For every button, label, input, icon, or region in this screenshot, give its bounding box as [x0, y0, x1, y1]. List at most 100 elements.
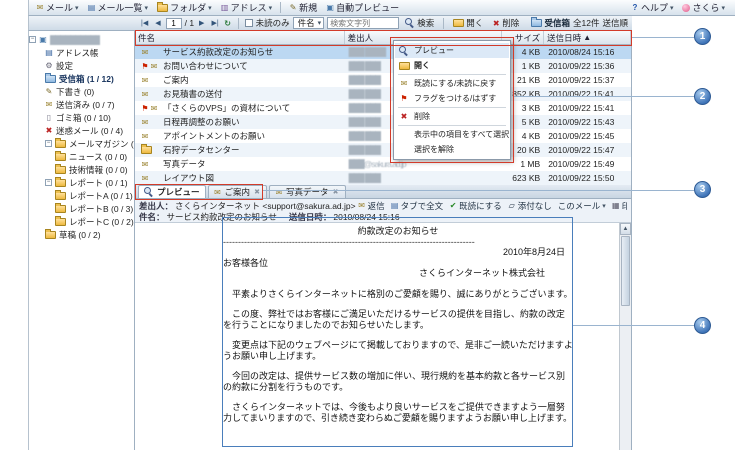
- sidebar-item-レポートB (0 / 3)[interactable]: レポートB (0 / 3): [29, 202, 134, 215]
- context-menu-item-既読にする/未読に戻す[interactable]: ✉ 既読にする/未読に戻す: [395, 76, 509, 91]
- folder-icon: [55, 153, 66, 161]
- mail-list-row[interactable]: ⚑✉「さくらのVPS」の資材について███ ███3 KB2010/09/22 …: [135, 101, 631, 115]
- message-from-line: 差出人： さくらインターネット <support@sakura.ad.jp> ✉…: [139, 200, 627, 211]
- context-menu-label: 削除: [414, 111, 430, 122]
- tab-ご案内[interactable]: ✉ご案内✖: [208, 185, 268, 198]
- tree-toggle-icon[interactable]: −: [29, 36, 36, 43]
- sidebar-item-レポートA (0 / 1)[interactable]: レポートA (0 / 1): [29, 189, 134, 202]
- open-button[interactable]: 開く: [450, 17, 486, 29]
- toolbar-button-ヘルプ[interactable]: ?ヘルプ▾: [627, 0, 678, 15]
- sidebar-item-label: 技術情報 (0 / 0): [69, 164, 128, 176]
- column-header-送信日時[interactable]: 送信日時▲: [544, 31, 631, 44]
- sort-label[interactable]: 送信順: [602, 17, 628, 29]
- mail-size: 1 MB: [502, 159, 544, 169]
- delete-button[interactable]: ✖ 削除: [489, 17, 522, 29]
- mail-list-row[interactable]: ⚑✉お問い合わせについて███ ███1 KB2010/09/22 15:36: [135, 59, 631, 73]
- next-page-button[interactable]: ▶: [197, 19, 206, 27]
- search-input[interactable]: [327, 17, 399, 29]
- context-menu-item-開く[interactable]: 開く: [395, 58, 509, 73]
- inbox-icon: [531, 19, 542, 27]
- chevron-down-icon: ▾: [269, 4, 273, 12]
- sidebar-item-受信箱 (1 / 12)[interactable]: 受信箱 (1 / 12): [29, 72, 134, 85]
- context-menu-item-表示中の項目をすべて選択[interactable]: 表示中の項目をすべて選択: [395, 127, 509, 142]
- sidebar-item-迷惑メール (0 / 4)[interactable]: ✖迷惑メール (0 / 4): [29, 124, 134, 137]
- trash-icon: ▯: [45, 113, 53, 122]
- sidebar-item-ゴミ箱 (0 / 10)[interactable]: ▯ゴミ箱 (0 / 10): [29, 111, 134, 124]
- sidebar-item-メールマガジン (0 / 2)[interactable]: −メールマガジン (0 / 2): [29, 137, 134, 150]
- mail-icon: ✉: [400, 79, 408, 88]
- context-menu-item-プレビュー[interactable]: プレビュー: [395, 43, 509, 58]
- mail-list-row[interactable]: 石狩データセンター███ ███20 KB2010/09/22 15:47: [135, 143, 631, 157]
- search-scope-value: 件名: [298, 17, 315, 29]
- scroll-up-icon[interactable]: ▲: [620, 223, 631, 235]
- mail-list-row[interactable]: ✉サービス約款改定のお知らせ███ ████4 KB2010/08/24 15:…: [135, 45, 631, 59]
- toolbar-button-新規[interactable]: ✎新規: [285, 0, 321, 15]
- last-page-button[interactable]: ▶|: [209, 19, 220, 27]
- spam-icon: ✖: [45, 126, 53, 135]
- action-このメール[interactable]: このメール▾: [558, 200, 606, 211]
- tab-写真データ[interactable]: ✉写真データ✖: [269, 185, 346, 198]
- mail-list-row[interactable]: ✉日程再調整のお願い███ ███5 KB2010/09/22 15:43: [135, 115, 631, 129]
- toolbar-button-さくら[interactable]: さくら▾: [678, 0, 729, 15]
- message-scrollbar[interactable]: ▲: [619, 223, 631, 450]
- context-menu-item-削除[interactable]: ✖削除: [395, 109, 509, 124]
- tree-toggle-icon[interactable]: −: [45, 179, 52, 186]
- context-menu-label: 選択を解除: [414, 144, 454, 155]
- mail-list-row[interactable]: ✉写真データ███@sakura.ad.jp1 MB2010/09/22 15:…: [135, 157, 631, 171]
- toolbar-button-自動プレビュー[interactable]: ▣自動プレビュー: [322, 0, 403, 15]
- mail-list: ✉サービス約款改定のお知らせ███ ████4 KB2010/08/24 15:…: [135, 45, 631, 185]
- close-icon[interactable]: ✖: [332, 188, 340, 197]
- action-返信[interactable]: ✉返信: [358, 200, 385, 211]
- sidebar-item-下書き (0)[interactable]: ✎下書き (0): [29, 85, 134, 98]
- action-既読にする[interactable]: ✔既読にする: [449, 200, 502, 211]
- sidebar-item-草稿 (0 / 2)[interactable]: 草稿 (0 / 2): [29, 228, 134, 241]
- search-button[interactable]: 検索: [402, 17, 437, 29]
- toolbar-button-アドレス[interactable]: ▥アドレス▾: [217, 0, 277, 15]
- sidebar-item-label: ニュース (0 / 0): [69, 151, 127, 163]
- mail-date: 2010/09/22 15:37: [544, 75, 631, 85]
- sidebar-item-送信済み (0 / 7)[interactable]: ✉送信済み (0 / 7): [29, 98, 134, 111]
- close-icon[interactable]: ✖: [253, 188, 261, 197]
- action-タブで全文[interactable]: ▤タブで全文: [391, 200, 444, 211]
- refresh-icon[interactable]: ↻: [224, 19, 232, 28]
- first-page-button[interactable]: |◀: [139, 19, 150, 27]
- sidebar-item-技術情報 (0 / 0)[interactable]: 技術情報 (0 / 0): [29, 163, 134, 176]
- sidebar-item-レポート (0 / 1)[interactable]: −レポート (0 / 1): [29, 176, 134, 189]
- unread-only-checkbox[interactable]: [245, 19, 253, 27]
- mail-list-row[interactable]: ✉ご案内███ ███21 KB2010/09/22 15:37: [135, 73, 631, 87]
- search-scope-select[interactable]: 件名 ▾: [293, 17, 325, 29]
- context-menu-item-フラグをつける/はずす[interactable]: ⚑フラグをつける/はずす: [395, 91, 509, 106]
- body-title: 約款改定のお知らせ: [223, 226, 573, 237]
- toolbar-button-メール[interactable]: ✉メール▾: [32, 0, 83, 15]
- action-label: このメール: [558, 200, 601, 211]
- mail-icon: ✉: [141, 174, 149, 183]
- mail-list-row[interactable]: ✉アポイントメントのお願い███ ███4 KB2010/09/22 15:45: [135, 129, 631, 143]
- scrollbar-thumb[interactable]: [621, 236, 630, 306]
- message-header: 差出人： さくらインターネット <support@sakura.ad.jp> ✉…: [135, 199, 631, 223]
- page-input[interactable]: [166, 18, 182, 29]
- callout-3: 3: [694, 181, 711, 198]
- sidebar-item-レポートC (0 / 2)[interactable]: レポートC (0 / 2): [29, 215, 134, 228]
- mail-list-row[interactable]: ✉お見積書の送付███ ███852 KB2010/09/22 15:41: [135, 87, 631, 101]
- mail-list-row[interactable]: ✉レイアウト図███ ███623 KB2010/09/22 15:50: [135, 171, 631, 185]
- pencil-icon: ✎: [45, 87, 53, 96]
- callout-4: 4: [694, 317, 711, 334]
- account-node[interactable]: − ▣ ██████████: [29, 33, 134, 46]
- body-salutation: お客様各位: [223, 258, 573, 269]
- sidebar-item-アドレス帳[interactable]: ▤アドレス帳: [29, 46, 134, 59]
- action-添付なし[interactable]: ▱添付なし: [508, 200, 552, 211]
- tree-toggle-icon[interactable]: −: [45, 140, 52, 147]
- context-menu-item-選択を解除[interactable]: 選択を解除: [395, 142, 509, 157]
- folder-icon: [55, 205, 66, 213]
- tab-プレビュー[interactable]: プレビュー: [138, 185, 206, 198]
- mail-icon: ✉: [358, 201, 366, 210]
- prev-page-button[interactable]: ◀: [153, 19, 162, 27]
- context-menu-label: 既読にする/未読に戻す: [414, 78, 496, 89]
- sidebar-item-ニュース (0 / 0)[interactable]: ニュース (0 / 0): [29, 150, 134, 163]
- toolbar-button-フォルダ[interactable]: フォルダ▾: [153, 0, 216, 15]
- message-body-pane: 約款改定のお知らせ ------------------------------…: [135, 223, 631, 450]
- action-印刷[interactable]: ▦印刷: [612, 200, 627, 211]
- toolbar-button-メール一覧[interactable]: ▤メール一覧▾: [84, 0, 153, 15]
- sidebar-item-設定[interactable]: ⚙設定: [29, 59, 134, 72]
- column-header-件名[interactable]: 件名: [135, 31, 345, 44]
